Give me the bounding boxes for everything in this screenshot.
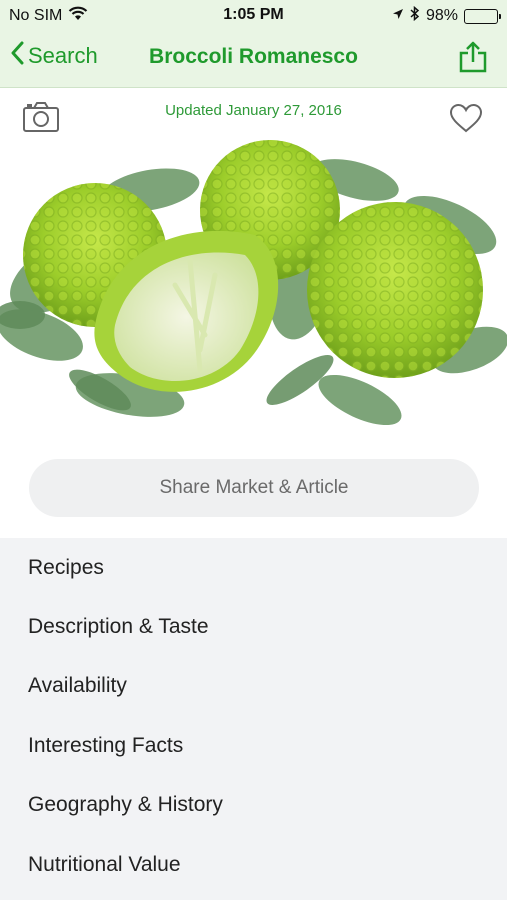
updated-date: Updated January 27, 2016 xyxy=(165,102,342,119)
section-menu: Recipes Description & Taste Availability… xyxy=(0,538,507,900)
menu-item-interesting-facts[interactable]: Interesting Facts xyxy=(0,716,507,775)
status-bar: No SIM 1:05 PM 98% xyxy=(0,0,507,30)
menu-item-description-taste[interactable]: Description & Taste xyxy=(0,597,507,656)
bluetooth-icon xyxy=(410,5,420,26)
location-arrow-icon xyxy=(392,7,404,25)
page-title: Broccoli Romanesco xyxy=(149,45,358,68)
share-icon[interactable] xyxy=(457,41,489,78)
menu-item-geography-history[interactable]: Geography & History xyxy=(0,776,507,835)
menu-item-nutritional-value[interactable]: Nutritional Value xyxy=(0,835,507,894)
battery-percent: 98% xyxy=(425,7,458,24)
menu-item-availability[interactable]: Availability xyxy=(0,657,507,716)
status-bar-right: 98% xyxy=(392,5,501,26)
navigation-bar: Search Broccoli Romanesco xyxy=(0,30,507,88)
battery-icon xyxy=(464,8,501,24)
menu-item-recipes[interactable]: Recipes xyxy=(0,538,507,597)
product-photo xyxy=(0,135,507,450)
favorite-heart-icon[interactable] xyxy=(449,103,483,138)
share-market-article-button[interactable]: Share Market & Article xyxy=(29,459,479,517)
